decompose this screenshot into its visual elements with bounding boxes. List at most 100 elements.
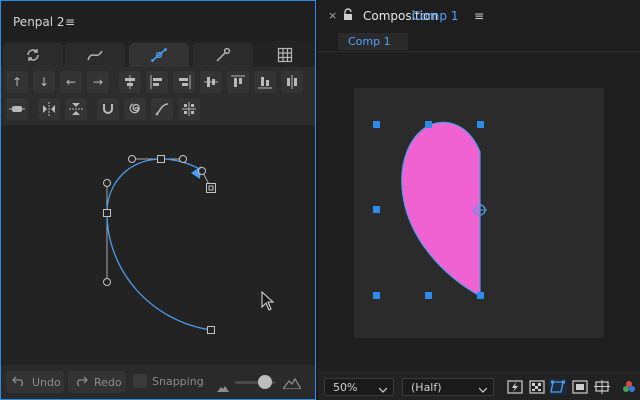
align-center-horizontal-button[interactable] xyxy=(200,71,222,93)
transparency-grid-button[interactable] xyxy=(528,379,546,395)
toggle-guides-icon xyxy=(594,380,610,394)
spiral-icon xyxy=(129,103,140,114)
toggle-guides-button[interactable] xyxy=(593,379,611,395)
redo-label: Redo xyxy=(94,375,122,389)
flip-horizontal-icon xyxy=(43,102,55,116)
chevron-down-icon xyxy=(378,383,388,396)
mask-path-icon xyxy=(550,380,565,393)
flip-vertical-button[interactable] xyxy=(65,98,87,120)
flip-horizontal-button[interactable] xyxy=(38,98,60,120)
transparency-grid-icon xyxy=(529,380,545,394)
transform-handle xyxy=(477,292,484,299)
snapping-checkbox[interactable] xyxy=(133,374,147,388)
fast-preview-button[interactable] xyxy=(506,379,524,395)
grid-icon xyxy=(277,47,293,63)
snapping-label: Snapping xyxy=(152,375,204,388)
zoom-value: 50% xyxy=(333,380,358,394)
undo-button[interactable]: Undo xyxy=(6,371,64,393)
transform-handle xyxy=(373,206,380,213)
tab-comp-1[interactable]: Comp 1 xyxy=(338,33,408,50)
mouse-cursor-icon xyxy=(261,290,275,311)
align-top-icon xyxy=(231,75,245,87)
composition-canvas[interactable] xyxy=(354,88,604,338)
zoom-select[interactable]: 50% xyxy=(324,378,394,396)
resolution-value: (Half) xyxy=(411,380,442,394)
align-center-vertical-button[interactable] xyxy=(281,71,303,93)
align-top-button[interactable] xyxy=(227,71,249,93)
zoom-slider-handle[interactable] xyxy=(258,375,272,389)
redo-button[interactable]: Redo xyxy=(68,371,126,393)
arrow-up-icon: ↑ xyxy=(11,75,23,89)
control-point xyxy=(128,155,136,163)
curve-tool-button[interactable] xyxy=(151,98,173,120)
arrow-left-icon: ← xyxy=(65,75,77,89)
curve-path-icon xyxy=(87,50,103,61)
align-top-center-icon xyxy=(125,75,135,89)
tab-refresh[interactable] xyxy=(3,43,63,67)
magnet-button[interactable] xyxy=(97,98,119,120)
anchor-point xyxy=(206,183,216,193)
hamburger-menu-icon[interactable]: ≡ xyxy=(474,9,484,23)
region-of-interest-button[interactable] xyxy=(571,379,589,395)
crosshair-grid-button[interactable] xyxy=(178,98,200,120)
align-left-icon xyxy=(150,75,162,89)
anchor-point xyxy=(103,209,111,217)
arrow-down-icon: ↓ xyxy=(38,75,50,89)
close-icon[interactable]: × xyxy=(328,9,337,22)
control-point xyxy=(103,278,111,286)
lock-icon[interactable] xyxy=(343,6,353,25)
color-wheel-icon xyxy=(623,381,635,392)
flip-vertical-icon xyxy=(69,103,83,115)
magnet-icon xyxy=(103,104,113,114)
move-up-button[interactable]: ↑ xyxy=(6,71,28,93)
mask-path-button[interactable] xyxy=(549,379,567,395)
fast-preview-icon xyxy=(507,380,523,394)
align-bottom-button[interactable] xyxy=(254,71,276,93)
panel-header: Penpal 2 ≡ xyxy=(1,1,315,41)
anchor-point xyxy=(157,155,165,163)
spiral-button[interactable] xyxy=(124,98,146,120)
penpal-panel: Penpal 2 ≡ ↑ ↓ ← → Undo Redo Snapping xyxy=(0,0,316,400)
color-wheel-button[interactable] xyxy=(620,379,638,395)
curve-tool-icon xyxy=(155,103,169,116)
bezier-curve-graph[interactable] xyxy=(1,125,315,365)
transform-handle xyxy=(477,121,484,128)
align-left-button[interactable] xyxy=(146,71,168,93)
panel-title: Penpal 2 xyxy=(13,15,65,29)
align-right-button[interactable] xyxy=(173,71,195,93)
shape-layer[interactable] xyxy=(354,88,604,338)
transform-handle xyxy=(425,121,432,128)
align-top-center-button[interactable] xyxy=(119,71,141,93)
mountain-small-icon xyxy=(217,377,229,396)
hamburger-menu-icon[interactable]: ≡ xyxy=(65,15,75,29)
distribute-horizontal-button[interactable] xyxy=(6,98,28,120)
composition-viewer[interactable] xyxy=(318,52,640,370)
composition-tabs: Comp 1 xyxy=(318,30,640,52)
toolbar: ↑ ↓ ← → xyxy=(1,67,315,125)
region-of-interest-icon xyxy=(572,380,588,394)
tab-bezier-pen[interactable] xyxy=(129,43,189,67)
control-point xyxy=(103,179,111,187)
resolution-select[interactable]: (Half) xyxy=(402,378,494,396)
move-left-button[interactable]: ← xyxy=(60,71,82,93)
arrow-right-icon: → xyxy=(92,75,104,89)
composition-panel: × Composition Comp 1 ≡ Comp 1 50% (Half) xyxy=(318,0,640,400)
bezier-editor-canvas[interactable] xyxy=(1,125,315,365)
viewer-controls: 50% (Half) xyxy=(318,372,640,400)
move-right-button[interactable]: → xyxy=(87,71,109,93)
tab-single-point[interactable] xyxy=(193,43,253,67)
crosshair-grid-icon xyxy=(182,102,196,116)
align-center-horizontal-icon xyxy=(204,77,218,87)
composition-header: × Composition Comp 1 ≡ xyxy=(318,0,640,30)
bezier-curve-bottom xyxy=(106,212,212,331)
transform-handle xyxy=(373,121,380,128)
transform-handle xyxy=(373,292,380,299)
anchor-point xyxy=(207,326,215,334)
move-down-button[interactable]: ↓ xyxy=(33,71,55,93)
composition-name: Comp 1 xyxy=(412,9,459,23)
tab-curve-path[interactable] xyxy=(65,43,125,67)
control-point xyxy=(198,167,206,175)
transform-handle xyxy=(425,292,432,299)
tab-bar xyxy=(1,41,315,67)
tab-grid[interactable] xyxy=(255,43,315,67)
